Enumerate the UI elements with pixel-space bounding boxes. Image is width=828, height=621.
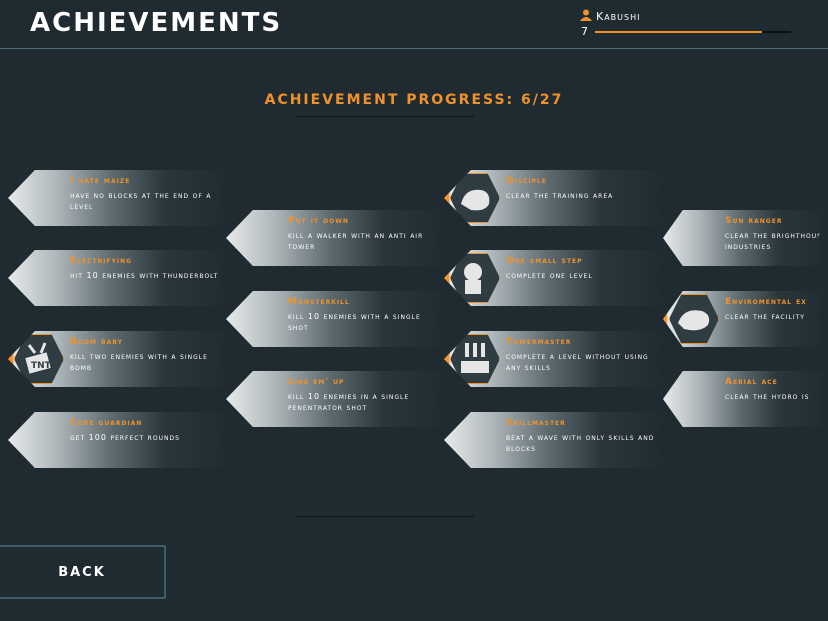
achievement-progress: ACHIEVEMENT PROGRESS: 6/27 [264,92,564,108]
achievement-name: One small step [506,256,583,266]
achievement-name: Enviromental ex [725,297,807,307]
back-button[interactable]: BACK [0,545,166,599]
page-title: ACHIEVEMENTS [30,8,283,38]
tower-icon [450,334,500,384]
achievement-desc: complete a level without using any skill… [506,352,649,372]
player-level: 7 [581,25,588,38]
astronaut-icon [450,253,500,303]
achievement-desc: kill two enemies with a single bomb [70,352,208,372]
divider [296,116,474,117]
xp-bar-fill [595,31,762,33]
header-bar: ACHIEVEMENTS Kabushi 7 [0,0,828,49]
achievement-desc: get 100 perfect rounds [70,433,180,442]
achievement-name: Disciple [506,176,547,186]
achievement-desc: beat a wave with only skills and blocks [506,433,655,453]
achievement-desc: kill 10 enemies with a single shot [288,312,421,332]
achievement-name: Sun ranger [725,216,783,226]
achievement-desc: clear the brighthouse industries [725,231,827,251]
achievement-name: Core guardian [70,418,143,428]
achievement-card[interactable]: TNT Boom baby kill two enemies with a si… [8,331,232,387]
achievement-desc: clear the hydro is [725,392,810,401]
achievement-desc: complete one level [506,271,593,280]
achievement-name: Monsterkill [288,297,350,307]
achievement-desc: kill 10 enemies in a single penentrator … [288,392,410,412]
achievement-card[interactable]: One small step complete one level [444,250,668,306]
achievement-desc: kill a walker with an anti air tower [288,231,424,251]
achievement-card[interactable]: Monsterkill kill 10 enemies with a singl… [226,291,450,347]
achievement-desc: hit 10 enemies with thunderbolt [70,271,219,280]
username: Kabushi [596,10,641,23]
achievement-card[interactable]: Aerial ace clear the hydro is [663,371,828,427]
achievement-name: Put it down [288,216,349,226]
fist-icon [450,173,500,223]
achievement-card[interactable]: Enviromental ex clear the facility [663,291,828,347]
svg-text:TNT: TNT [31,361,52,371]
user-icon [580,9,592,21]
achievement-name: Towermaster [506,337,572,347]
achievement-card[interactable]: Line em' up kill 10 enemies in a single … [226,371,450,427]
divider [296,516,474,517]
achievement-card[interactable]: Sun ranger clear the brighthouse industr… [663,210,828,266]
beast-icon [669,294,719,344]
achievement-name: I hate maize [70,176,131,186]
achievement-name: Skillmaster [506,418,566,428]
achievement-card[interactable]: I hate maize have no blocks at the end o… [8,170,232,226]
achievement-desc: clear the facility [725,312,805,321]
achievement-name: Electrifying [70,256,133,266]
achievement-card[interactable]: Put it down kill a walker with an anti a… [226,210,450,266]
achievement-name: Line em' up [288,377,345,387]
achievement-card[interactable]: Skillmaster beat a wave with only skills… [444,412,668,468]
achievement-card[interactable]: Disciple clear the training area [444,170,668,226]
achievement-card[interactable]: Towermaster complete a level without usi… [444,331,668,387]
achievement-desc: clear the training area [506,191,614,200]
achievement-card[interactable]: Core guardian get 100 perfect rounds [8,412,232,468]
achievement-card[interactable]: Electrifying hit 10 enemies with thunder… [8,250,232,306]
achievement-desc: have no blocks at the end of a level [70,191,212,211]
tnt-icon: TNT [14,334,64,384]
xp-bar [595,31,791,33]
achievement-name: Boom baby [70,337,123,347]
achievement-name: Aerial ace [725,377,778,387]
